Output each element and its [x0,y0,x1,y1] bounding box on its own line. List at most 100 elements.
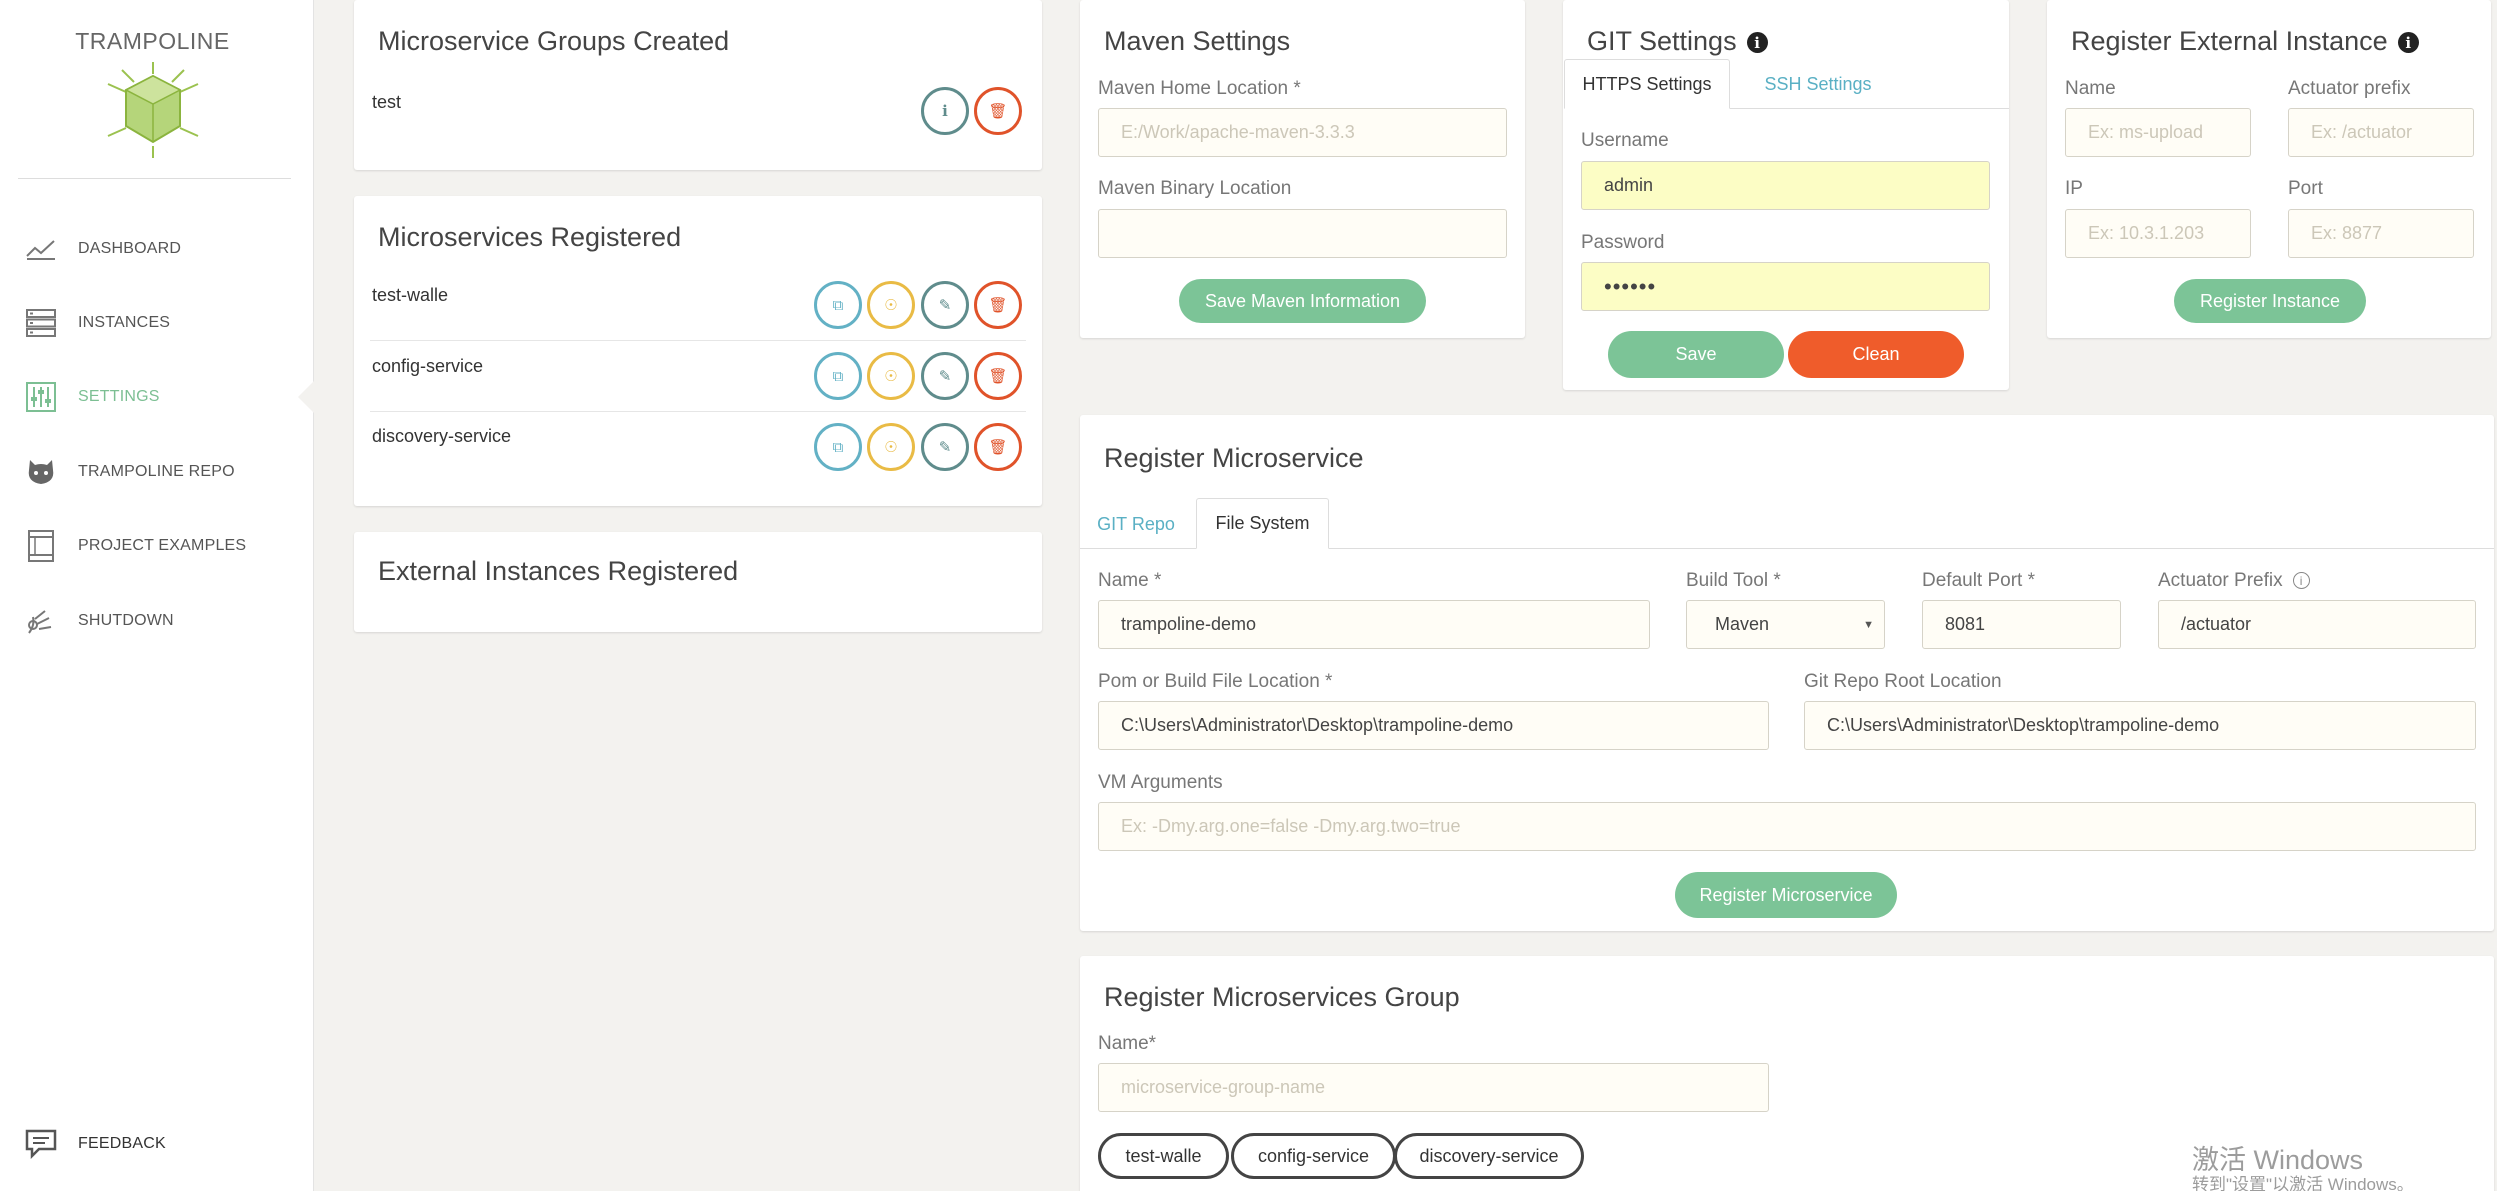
microservice-name: discovery-service [372,426,512,446]
tab-ssh-settings[interactable]: SSH Settings [1743,59,1893,109]
info-icon[interactable]: i [2397,32,2419,54]
shutdown-icon [24,604,58,638]
card-title: External Instances Registered [378,556,739,586]
delete-button[interactable]: 🗑 [974,423,1022,471]
card-title: Maven Settings [1104,26,1291,56]
registered-card: Microservices Registered test-walle ⧉ ☉ … [354,196,1042,506]
card-title: GIT Settings i [1587,26,1768,57]
sliders-icon [24,380,58,414]
git-button[interactable]: ☉ [867,423,915,471]
nav-shutdown[interactable]: SHUTDOWN [0,591,313,651]
github-icon: ☉ [884,439,898,456]
card-title: Register Microservices Group [1104,982,1460,1012]
git-settings-card: GIT Settings i HTTPS Settings SSH Setting… [1563,0,2009,390]
git-save-button[interactable]: Save [1608,331,1784,378]
nav-dashboard[interactable]: DASHBOARD [0,219,313,279]
info-icon[interactable]: i [1746,32,1768,54]
tab-git-repo[interactable]: GIT Repo [1090,499,1182,549]
default-port-label: Default Port * [1922,570,2035,591]
nav-label: TRAMPOLINE REPO [78,463,235,480]
copy-button[interactable]: ⧉ [814,352,862,400]
group-member-pill[interactable]: config-service [1231,1133,1396,1179]
github-icon: ☉ [884,297,898,314]
delete-button[interactable]: 🗑 [974,281,1022,329]
git-button[interactable]: ☉ [867,281,915,329]
card-title: Register External Instance i [2071,26,2419,57]
maven-binary-input[interactable] [1098,209,1507,258]
nav-label: PROJECT EXAMPLES [78,537,247,554]
copy-icon: ⧉ [832,296,844,314]
ms-name-input[interactable]: trampoline-demo [1098,600,1650,649]
copy-button[interactable]: ⧉ [814,423,862,471]
pencil-icon: ✎ [938,368,952,385]
actuator-prefix-text: Actuator Prefix [2158,570,2283,591]
chart-line-icon [24,232,58,266]
sidebar: TRAMPOLINE DASHBOARD INSTANCES SETTINGS … [0,0,314,1191]
git-button[interactable]: ☉ [867,352,915,400]
group-name: test [372,92,402,112]
sidebar-divider [18,178,291,179]
group-info-button[interactable]: i [921,87,969,135]
maven-home-input[interactable]: E:/Work/apache-maven-3.3.3 [1098,108,1507,157]
nav-label: FEEDBACK [78,1135,166,1152]
windows-activation-hint: 转到"设置"以激活 Windows。 [2192,1175,2414,1191]
book-icon [24,529,58,563]
nav-project-examples[interactable]: PROJECT EXAMPLES [0,516,313,576]
build-tool-label: Build Tool * [1686,570,1781,591]
trash-icon: 🗑 [988,103,1008,120]
git-title-text: GIT Settings [1587,26,1737,56]
group-delete-button[interactable]: 🗑 [974,87,1022,135]
nav-instances[interactable]: INSTANCES [0,293,313,353]
build-tool-value: Maven [1715,614,1770,634]
microservice-name: config-service [372,356,484,376]
password-input[interactable]: •••••• [1581,262,1990,311]
password-label: Password [1581,232,1665,253]
git-clean-button[interactable]: Clean [1788,331,1964,378]
nav-label: DASHBOARD [78,240,182,257]
build-tool-select[interactable]: Maven ▼ [1686,600,1885,649]
pencil-icon: ✎ [938,297,952,314]
card-title: Microservices Registered [378,222,682,252]
nav-trampoline-repo[interactable]: TRAMPOLINE REPO [0,442,313,502]
register-instance-button[interactable]: Register Instance [2174,279,2366,323]
register-microservice-button[interactable]: Register Microservice [1675,872,1897,918]
actuator-prefix-input[interactable]: Ex: /actuator [2288,108,2474,157]
vm-arguments-input[interactable]: Ex: -Dmy.arg.one=false -Dmy.arg.two=true [1098,802,2476,851]
delete-button[interactable]: 🗑 [974,352,1022,400]
info-icon: i [942,102,948,120]
port-input[interactable]: Ex: 8877 [2288,209,2474,258]
external-instances-card: External Instances Registered [354,532,1042,632]
pencil-icon: ✎ [938,439,952,456]
tab-https-settings[interactable]: HTTPS Settings [1564,59,1730,109]
actuator-prefix-input[interactable]: /actuator [2158,600,2476,649]
info-icon[interactable]: i [2292,572,2310,590]
instance-name-input[interactable]: Ex: ms-upload [2065,108,2251,157]
group-member-pill[interactable]: test-walle [1098,1133,1229,1179]
maven-settings-card: Maven Settings Maven Home Location * E:/… [1080,0,1525,338]
git-root-input[interactable]: C:\Users\Administrator\Desktop\trampolin… [1804,701,2476,750]
nav-feedback[interactable]: FEEDBACK [0,1114,313,1174]
edit-button[interactable]: ✎ [921,281,969,329]
edit-button[interactable]: ✎ [921,352,969,400]
save-maven-button[interactable]: Save Maven Information [1179,279,1426,323]
row-divider [370,411,1026,412]
nav-settings[interactable]: SETTINGS [0,367,314,427]
edit-button[interactable]: ✎ [921,423,969,471]
nav-label: SHUTDOWN [78,612,174,629]
ip-input[interactable]: Ex: 10.3.1.203 [2065,209,2251,258]
default-port-input[interactable]: 8081 [1922,600,2121,649]
active-indicator [298,381,314,413]
copy-button[interactable]: ⧉ [814,281,862,329]
group-name-input[interactable]: microservice-group-name [1098,1063,1769,1112]
nav-label: INSTANCES [78,314,171,331]
pom-location-input[interactable]: C:\Users\Administrator\Desktop\trampolin… [1098,701,1769,750]
actuator-prefix-label: Actuator Prefix i [2158,570,2310,592]
group-member-pill[interactable]: discovery-service [1394,1133,1584,1179]
groups-created-card: Microservice Groups Created test i 🗑 [354,0,1042,170]
git-root-label: Git Repo Root Location [1804,671,2002,692]
list-icon [24,306,58,340]
tab-file-system[interactable]: File System [1196,498,1329,549]
register-external-title-text: Register External Instance [2071,26,2388,56]
username-input[interactable]: admin [1581,161,1990,210]
instance-name-label: Name [2065,78,2116,99]
